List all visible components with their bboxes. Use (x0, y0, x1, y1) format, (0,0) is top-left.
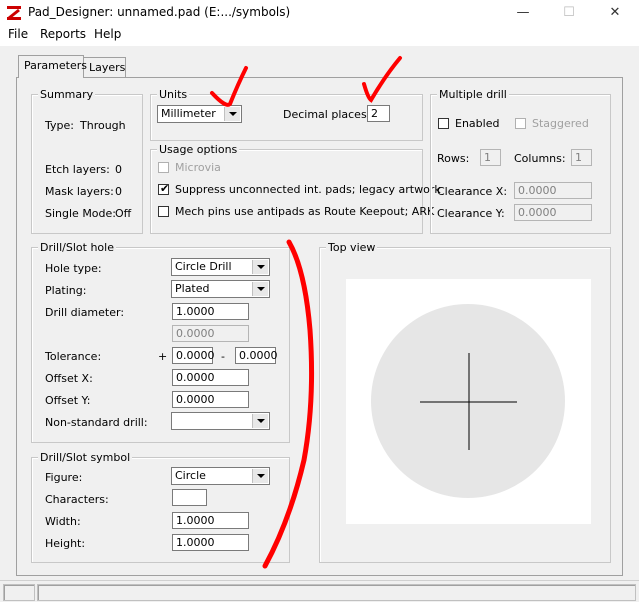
height-input[interactable]: 1.0000 (172, 534, 249, 551)
width-label: Width: (45, 515, 81, 528)
etch-layers-value: 0 (115, 163, 122, 176)
tab-parameters[interactable]: Parameters (18, 55, 87, 78)
pad-preview-circle (371, 304, 565, 498)
height-label: Height: (45, 537, 86, 550)
chevron-down-icon (252, 414, 268, 428)
hole-type-label: Hole type: (45, 262, 102, 275)
top-view-canvas (346, 279, 591, 524)
columns-label: Columns: (514, 152, 566, 165)
plating-label: Plating: (45, 284, 87, 297)
drill-symbol-title: Drill/Slot symbol (38, 451, 133, 464)
single-mode-label: Single Mode: (45, 207, 116, 220)
type-label: Type: (45, 119, 74, 132)
decimal-places-input[interactable]: 2 (367, 105, 390, 122)
minimize-button[interactable]: — (500, 0, 546, 26)
rows-input[interactable]: 1 (480, 149, 501, 166)
decimal-places-label: Decimal places: (283, 108, 371, 121)
suppress-label: Suppress unconnected int. pads; legacy a… (175, 183, 441, 196)
status-pane-main (37, 584, 636, 601)
clearance-x-label: Clearance X: (437, 185, 508, 198)
title-bar: Pad_Designer: unnamed.pad (E:.../symbols… (0, 0, 639, 26)
figure-value: Circle (175, 469, 206, 482)
usage-options-title: Usage options (157, 143, 240, 156)
tolerance-label: Tolerance: (45, 350, 102, 363)
units-selected: Millimeter (161, 107, 216, 120)
drill-diameter-label: Drill diameter: (45, 306, 125, 319)
hole-type-value: Circle Drill (175, 260, 232, 273)
width-input[interactable]: 1.0000 (172, 512, 249, 529)
status-bar (0, 580, 639, 602)
offset-y-label: Offset Y: (45, 394, 91, 407)
app-icon (7, 6, 21, 20)
non-standard-drill-select[interactable] (171, 412, 270, 430)
hole-type-select[interactable]: Circle Drill (171, 258, 270, 276)
window-title: Pad_Designer: unnamed.pad (E:.../symbols… (28, 5, 291, 19)
offset-x-label: Offset X: (45, 372, 93, 385)
menu-bar: File Reports Help (0, 26, 639, 46)
mask-layers-label: Mask layers: (45, 185, 114, 198)
microvia-checkbox[interactable] (158, 162, 169, 173)
enabled-label: Enabled (455, 117, 500, 130)
type-value: Through (80, 119, 126, 132)
chevron-down-icon (252, 282, 268, 296)
suppress-checkbox[interactable]: ✔ (158, 182, 170, 195)
offset-x-input[interactable]: 0.0000 (172, 369, 249, 386)
characters-input[interactable] (172, 489, 207, 506)
status-pane-left (3, 584, 35, 601)
clearance-x-input[interactable]: 0.0000 (514, 182, 592, 199)
staggered-checkbox[interactable] (515, 118, 526, 129)
units-title: Units (157, 88, 190, 101)
staggered-label: Staggered (532, 117, 589, 130)
rows-label: Rows: (437, 152, 470, 165)
tolerance-plus-sign: + (158, 350, 168, 363)
chevron-down-icon (252, 260, 268, 274)
tolerance-minus-input[interactable]: 0.0000 (235, 347, 278, 364)
figure-select[interactable]: Circle (171, 467, 270, 485)
chevron-down-icon (224, 107, 240, 121)
plating-value: Plated (175, 282, 210, 295)
clearance-y-label: Clearance Y: (437, 207, 505, 220)
close-button[interactable]: ✕ (592, 0, 638, 26)
tab-layers-label: Layers (89, 61, 126, 74)
non-standard-drill-label: Non-standard drill: (45, 416, 148, 429)
characters-label: Characters: (45, 493, 109, 506)
multiple-drill-title: Multiple drill (437, 88, 509, 101)
menu-reports[interactable]: Reports (40, 27, 86, 41)
figure-label: Figure: (45, 471, 83, 484)
etch-layers-label: Etch layers: (45, 163, 110, 176)
plating-select[interactable]: Plated (171, 280, 270, 298)
columns-input[interactable]: 1 (571, 149, 592, 166)
top-view-title: Top view (326, 241, 378, 254)
tab-parameters-label: Parameters (24, 59, 87, 72)
microvia-label: Microvia (175, 161, 221, 174)
tolerance-minus-sign: - (221, 350, 225, 363)
menu-file[interactable]: File (8, 27, 28, 41)
mask-layers-value: 0 (115, 185, 122, 198)
maximize-button[interactable]: ☐ (546, 0, 592, 26)
chevron-down-icon (252, 469, 268, 483)
tolerance-plus-input[interactable]: 0.0000 (172, 347, 215, 364)
enabled-checkbox[interactable] (438, 118, 449, 129)
menu-help[interactable]: Help (94, 27, 121, 41)
mech-pins-checkbox[interactable] (158, 206, 169, 217)
units-select[interactable]: Millimeter (157, 105, 242, 123)
check-icon: ✔ (160, 182, 170, 195)
tab-layers[interactable]: Layers (83, 57, 126, 78)
drill-diameter-input[interactable]: 1.0000 (172, 303, 249, 320)
offset-y-input[interactable]: 0.0000 (172, 391, 249, 408)
clearance-y-input[interactable]: 0.0000 (514, 204, 592, 221)
summary-title: Summary (38, 88, 96, 101)
drill-diameter-secondary-input[interactable]: 0.0000 (172, 325, 249, 342)
mech-pins-label: Mech pins use antipads as Route Keepout;… (175, 205, 435, 218)
single-mode-value: Off (115, 207, 132, 220)
drill-hole-title: Drill/Slot hole (38, 241, 116, 254)
